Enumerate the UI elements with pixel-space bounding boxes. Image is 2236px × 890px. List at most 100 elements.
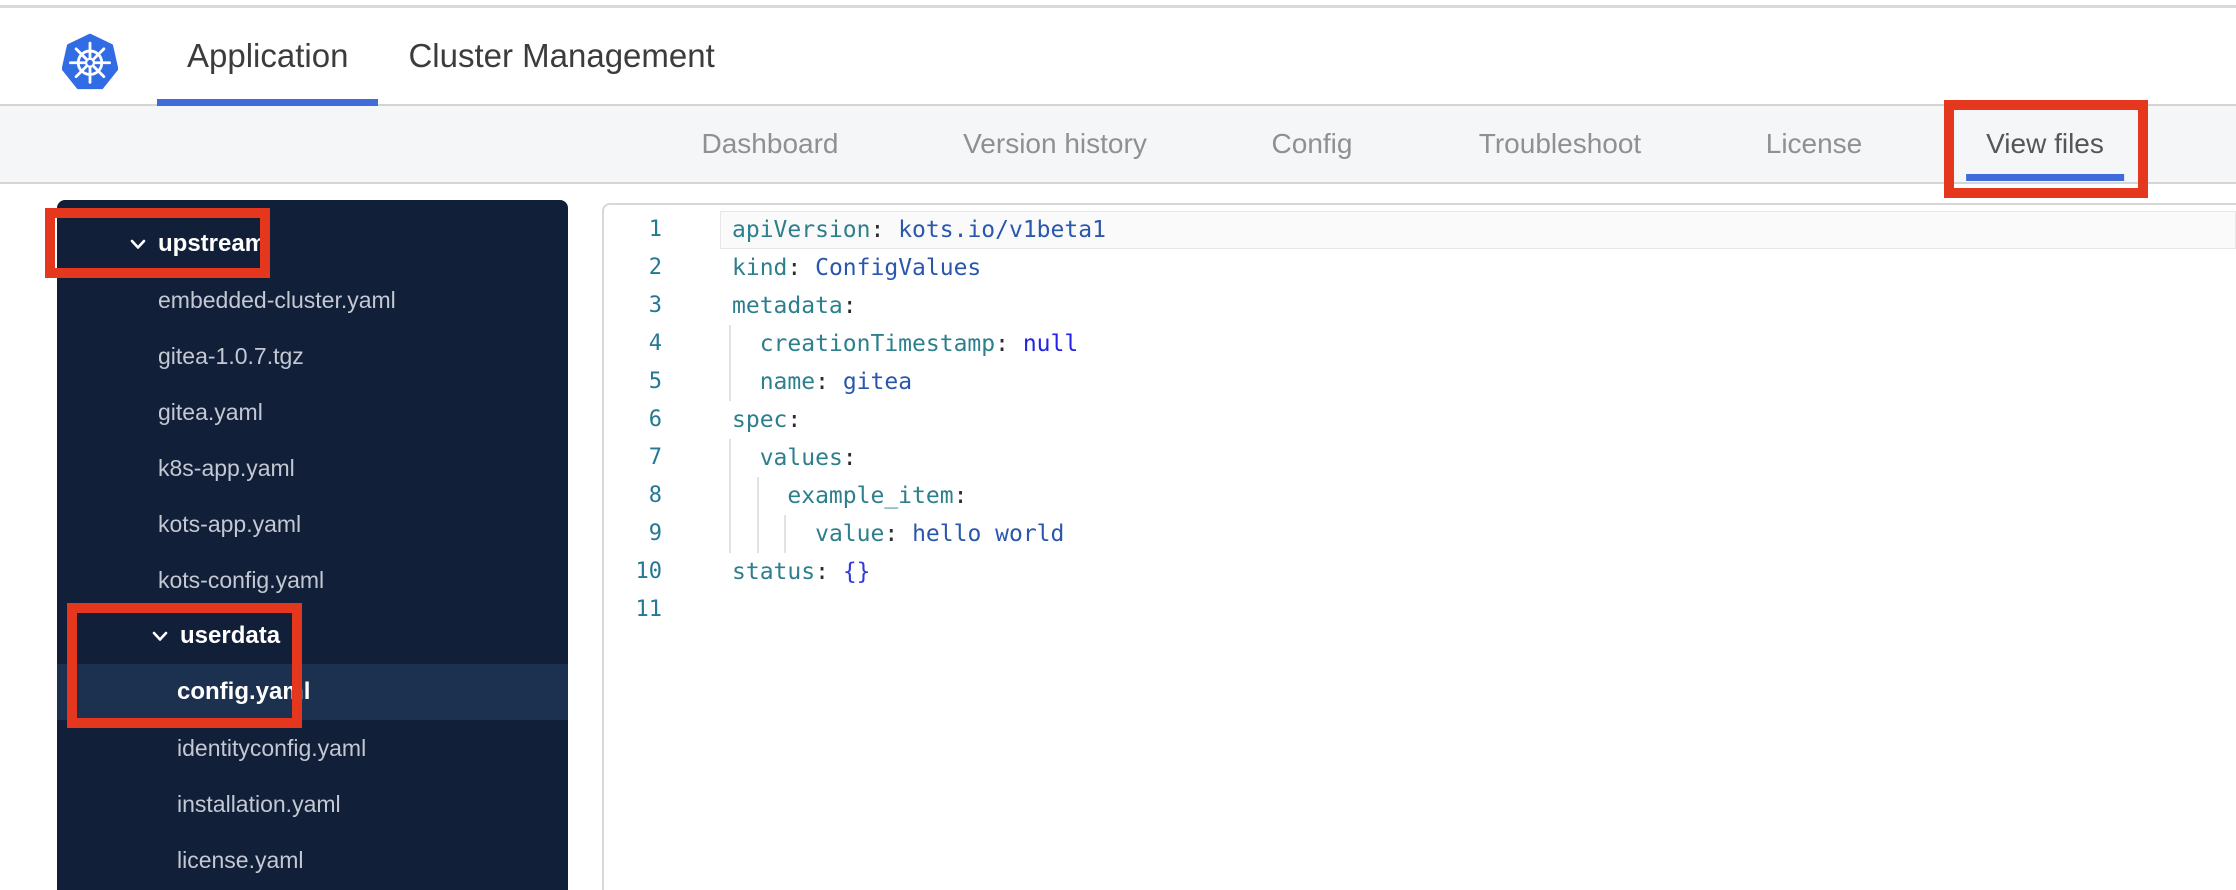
tree-item-label: gitea-1.0.7.tgz: [158, 342, 304, 369]
app-header: Application Cluster Management: [0, 8, 2236, 106]
annotation-box-userdata-config: [67, 603, 302, 728]
code-line-content: apiVersion: kots.io/v1beta1: [662, 211, 2236, 249]
indent-guide: [729, 477, 731, 515]
code-line-5[interactable]: 5 name: gitea: [604, 363, 2236, 401]
header-tab-label: Cluster Management: [408, 37, 715, 74]
kubernetes-logo-icon: [61, 32, 119, 94]
token-val: hello world: [912, 521, 1065, 547]
app-nav-bar: Dashboard Version history Config Troublesho…: [0, 106, 2236, 184]
tree-file-installation-yaml[interactable]: installation.yaml: [57, 776, 568, 832]
token-key: metadata: [732, 293, 843, 319]
nav-tab-dashboard[interactable]: Dashboard: [682, 106, 859, 182]
indent-guide: [729, 363, 731, 401]
nav-tab-version-history[interactable]: Version history: [943, 106, 1167, 182]
file-tree-sidebar: upstream embedded-cluster.yaml gitea-1.0.7…: [57, 200, 568, 890]
token-punct: :: [995, 331, 1009, 357]
token-key: apiVersion: [732, 217, 871, 243]
indent-guide: [757, 515, 759, 553]
header-tab-bar: Application Cluster Management: [157, 8, 745, 106]
code-line-3[interactable]: 3 metadata:: [604, 287, 2236, 325]
code-line-content: value: hello world: [662, 515, 2236, 553]
token-kw: null: [1022, 331, 1079, 357]
nav-tab-license[interactable]: License: [1746, 106, 1883, 182]
code-line-content: metadata:: [662, 287, 2236, 325]
code-line-7[interactable]: 7 values:: [604, 439, 2236, 477]
line-number: 2: [648, 255, 662, 280]
code-line-content: creationTimestamp: null: [662, 325, 2236, 363]
code-line-4[interactable]: 4 creationTimestamp: null: [604, 325, 2236, 363]
code-line-content: kind: ConfigValues: [662, 249, 2236, 287]
code-line-2[interactable]: 2 kind: ConfigValues: [604, 249, 2236, 287]
nav-tab-troubleshoot[interactable]: Troubleshoot: [1459, 106, 1661, 182]
code-line-11[interactable]: 11: [604, 591, 2236, 629]
token-punct: :: [815, 559, 829, 585]
tree-item-label: kots-config.yaml: [158, 566, 325, 593]
token-punct: :: [842, 445, 857, 471]
yaml-code-editor[interactable]: 1 apiVersion: kots.io/v1beta1 2 kind: Confi…: [602, 203, 2236, 890]
tree-item-label: embedded-cluster.yaml: [158, 286, 396, 313]
token-key: kind: [732, 255, 788, 281]
tree-file-embedded-cluster-yaml[interactable]: embedded-cluster.yaml: [57, 272, 568, 328]
token-punct: :: [815, 369, 829, 395]
nav-tab-label: License: [1765, 128, 1863, 159]
code-line-6[interactable]: 6 spec:: [604, 401, 2236, 439]
line-number: 9: [648, 521, 662, 546]
token-key: example_item: [787, 483, 954, 509]
token-punct: :: [953, 483, 968, 509]
nav-tab-label: Troubleshoot: [1478, 128, 1642, 159]
annotation-box-view-files: [1944, 100, 2148, 198]
kots-admin-console: Application Cluster Management Dashboard V…: [0, 0, 2236, 890]
token-val: kots.io/v1beta1: [898, 217, 1106, 243]
indent-guide: [784, 515, 786, 553]
code-line-content: spec:: [662, 401, 2236, 439]
tree-item-label: gitea.yaml: [158, 398, 263, 425]
tree-item-label: k8s-app.yaml: [158, 454, 295, 481]
tree-file-kots-app-yaml[interactable]: kots-app.yaml: [57, 496, 568, 552]
token-punct: :: [870, 217, 885, 243]
line-number: 11: [635, 597, 663, 622]
token-punct: :: [787, 255, 802, 281]
token-punct: :: [842, 293, 857, 319]
token-key: spec: [732, 407, 788, 433]
token-val: gitea: [842, 369, 913, 395]
nav-tab-config[interactable]: Config: [1252, 106, 1373, 182]
tree-item-label: license.yaml: [177, 846, 304, 873]
tree-file-identityconfig-yaml[interactable]: identityconfig.yaml: [57, 720, 568, 776]
token-key: values: [759, 445, 843, 471]
token-val: ConfigValues: [815, 255, 982, 281]
header-tab-cluster-management[interactable]: Cluster Management: [378, 8, 744, 104]
code-line-content: [662, 591, 2236, 629]
code-line-9[interactable]: 9 value: hello world: [604, 515, 2236, 553]
indent-guide: [729, 439, 731, 477]
tree-file-license-yaml[interactable]: license.yaml: [57, 832, 568, 888]
code-line-content: values:: [662, 439, 2236, 477]
token-key: value: [815, 521, 885, 547]
code-line-1[interactable]: 1 apiVersion: kots.io/v1beta1: [604, 211, 2236, 249]
line-number: 7: [648, 445, 662, 470]
active-tab-underline: [157, 99, 379, 106]
code-line-10[interactable]: 10 status: {}: [604, 553, 2236, 591]
code-line-content: example_item:: [662, 477, 2236, 515]
tree-file-gitea-1-0-7-tgz[interactable]: gitea-1.0.7.tgz: [57, 328, 568, 384]
indent-guide: [729, 325, 731, 363]
code-line-8[interactable]: 8 example_item:: [604, 477, 2236, 515]
tree-file-kots-config-yaml[interactable]: kots-config.yaml: [57, 552, 568, 608]
line-number: 5: [648, 369, 662, 394]
header-tab-application[interactable]: Application: [157, 8, 379, 106]
tree-item-label: identityconfig.yaml: [177, 734, 367, 761]
tree-item-label: kots-app.yaml: [158, 510, 302, 537]
tree-file-k8s-app-yaml[interactable]: k8s-app.yaml: [57, 440, 568, 496]
line-number: 4: [648, 331, 662, 356]
tree-item-label: installation.yaml: [177, 790, 341, 817]
token-punct: :: [787, 407, 802, 433]
line-number: 10: [635, 559, 663, 584]
token-punct: :: [884, 521, 899, 547]
tree-file-gitea-yaml[interactable]: gitea.yaml: [57, 384, 568, 440]
